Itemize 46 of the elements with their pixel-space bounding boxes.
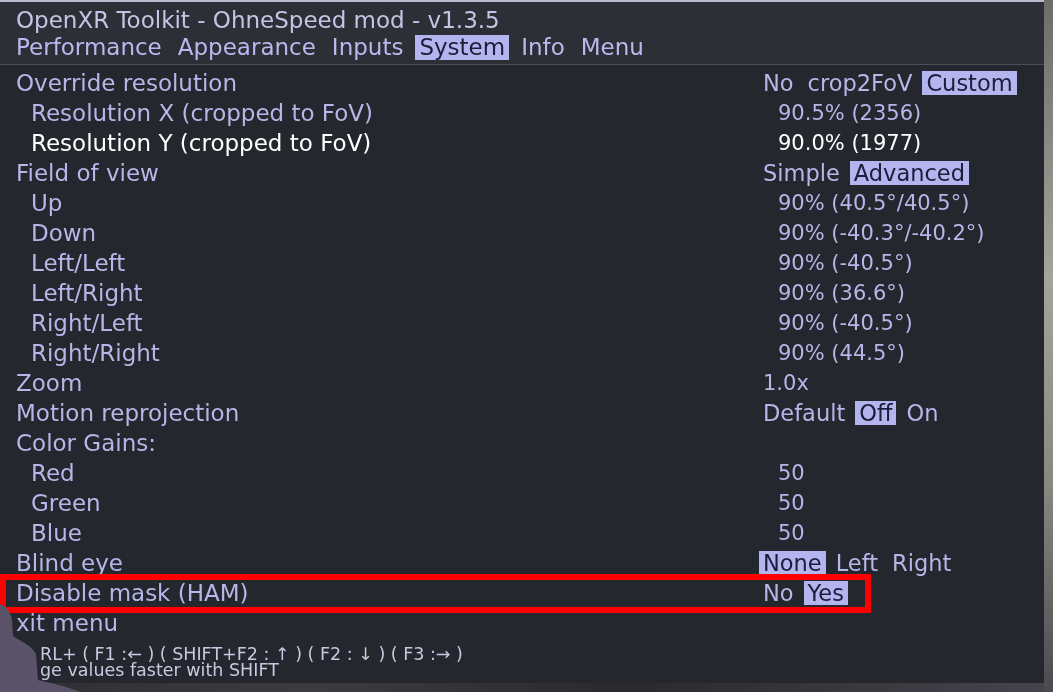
option[interactable]: Default	[759, 401, 850, 425]
setting-value: 90% (-40.3°/-40.2°)	[778, 223, 985, 243]
option[interactable]: Advanced	[849, 161, 969, 185]
tab[interactable]: Menu	[576, 35, 648, 60]
menu-item[interactable]: Left/Left	[31, 253, 126, 273]
menu-item[interactable]: Field of view	[16, 163, 159, 183]
option[interactable]: crop2FoV	[803, 71, 917, 95]
menu-item[interactable]: Down	[31, 223, 97, 243]
tab[interactable]: Inputs	[327, 35, 408, 60]
setting-value: 90% (40.5°/40.5°)	[778, 193, 970, 213]
menu-item[interactable]: Disable mask (HAM)	[16, 583, 249, 603]
option[interactable]: Simple	[759, 161, 844, 185]
option[interactable]: No	[759, 71, 798, 95]
option[interactable]: None	[759, 551, 826, 575]
menu-item[interactable]: Green	[31, 493, 101, 513]
setting-value: 1.0x	[763, 373, 809, 393]
option[interactable]: Right	[888, 551, 956, 575]
tab[interactable]: Info	[517, 35, 569, 60]
menu-item[interactable]: Color Gains:	[16, 433, 156, 453]
menu-item[interactable]: Blind eye	[16, 553, 123, 573]
option[interactable]: Custom	[922, 71, 1017, 95]
setting-value: 90% (-40.5°)	[778, 253, 913, 273]
setting-value: 90% (-40.5°)	[778, 313, 913, 333]
tab[interactable]: Appearance	[173, 35, 320, 60]
option[interactable]: Yes	[803, 581, 848, 605]
setting-value: 50	[778, 523, 805, 543]
option[interactable]: On	[902, 401, 943, 425]
menu-item[interactable]: Override resolution	[16, 73, 237, 93]
setting-value: 90.5% (2356)	[778, 103, 922, 123]
option[interactable]: Off	[855, 401, 897, 425]
setting-value: 90.0% (1977)	[778, 133, 922, 153]
tab[interactable]: System	[415, 35, 510, 60]
window-title: OpenXR Toolkit - OhneSpeed mod - v1.3.5	[16, 7, 500, 33]
hint-text: RL+ ( F1 :← ) ( SHIFT+F2 : ↑ ) ( F2 : ↓ ) ( F3 :→ )	[40, 646, 463, 662]
tab[interactable]: Performance	[12, 35, 166, 60]
option[interactable]: No	[759, 581, 798, 605]
setting-value: 90% (44.5°)	[778, 343, 905, 363]
option[interactable]: Left	[831, 551, 883, 575]
setting-value: 50	[778, 493, 805, 513]
menu-item[interactable]: xit menu	[16, 613, 119, 633]
menu-item[interactable]: Zoom	[16, 373, 83, 393]
setting-value: 90% (36.6°)	[778, 283, 905, 303]
hint-text: ge values faster with SHIFT	[40, 662, 279, 678]
setting-value: 50	[778, 463, 805, 483]
menu-item[interactable]: Red	[31, 463, 75, 483]
menu-item[interactable]: Blue	[31, 523, 82, 543]
